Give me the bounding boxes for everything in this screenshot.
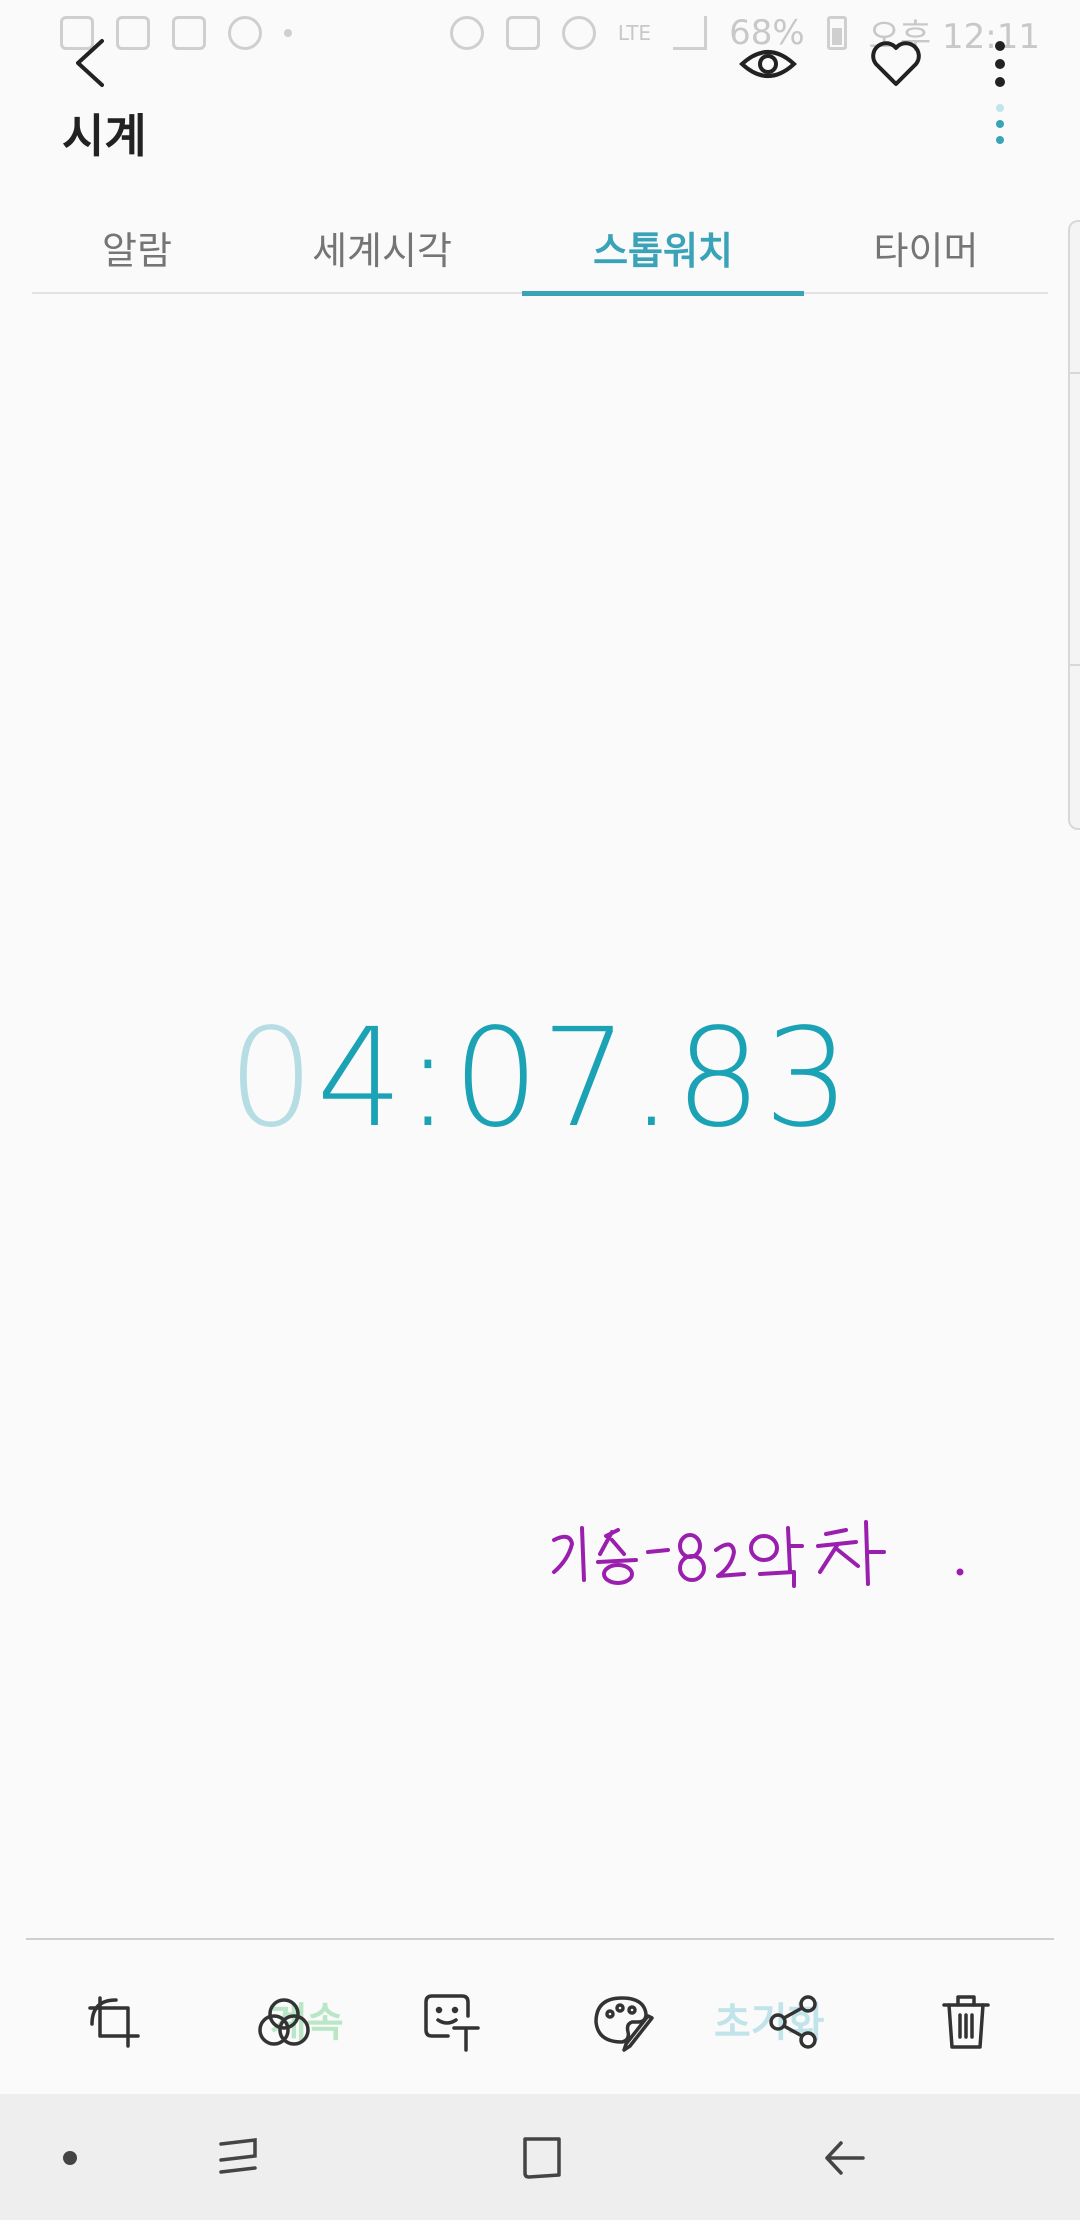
tab-alarm[interactable]: 알람 — [32, 200, 242, 294]
stopwatch-digits: 4:07.83 — [316, 1000, 853, 1158]
wifi-info-icon — [116, 16, 150, 50]
edit-toolbar — [0, 1990, 1080, 2090]
stopwatch-lead-digit: 0 — [227, 1000, 317, 1158]
eye-icon[interactable] — [738, 40, 798, 88]
battery-icon — [826, 16, 847, 50]
toolbar-divider — [26, 1938, 1054, 1940]
tab-bar: 알람 세계시각 스톱워치 타이머 — [32, 200, 1048, 296]
trash-icon[interactable] — [934, 1990, 998, 2054]
tab-world-clock[interactable]: 세계시각 — [242, 200, 522, 294]
signal-icon — [673, 16, 708, 50]
heart-icon[interactable] — [868, 36, 924, 92]
tab-timer[interactable]: 타이머 — [804, 200, 1048, 294]
more-notifications-dot-icon — [284, 29, 292, 37]
nav-back-icon[interactable] — [814, 2132, 874, 2184]
more-icon[interactable] — [982, 36, 1018, 92]
handwritten-annotation — [548, 1510, 978, 1600]
sticker-text-icon[interactable] — [420, 1990, 484, 2054]
app-more-icon[interactable] — [994, 104, 1006, 144]
settings-gear-icon — [228, 16, 262, 50]
back-icon[interactable] — [60, 30, 120, 96]
app-title: 시계 — [62, 109, 147, 163]
network-type: LTE — [617, 21, 652, 45]
filter-icon[interactable] — [252, 1990, 316, 2054]
edge-panel-handle[interactable] — [1068, 220, 1080, 830]
recent-apps-icon[interactable] — [208, 2132, 268, 2184]
share-icon[interactable] — [762, 1990, 826, 2054]
nav-dot-icon[interactable] — [40, 2132, 100, 2184]
home-icon[interactable] — [512, 2132, 572, 2184]
tab-stopwatch[interactable]: 스톱워치 — [522, 200, 804, 296]
mute-icon — [505, 16, 540, 50]
alarm-icon — [561, 16, 596, 50]
navigation-bar — [0, 2094, 1080, 2220]
palette-icon[interactable] — [592, 1990, 656, 2054]
inbox-icon — [172, 16, 206, 50]
crop-rotate-icon[interactable] — [82, 1990, 146, 2054]
recycle-icon — [449, 16, 484, 50]
stopwatch-time: 04:07.83 — [0, 1000, 1080, 1158]
